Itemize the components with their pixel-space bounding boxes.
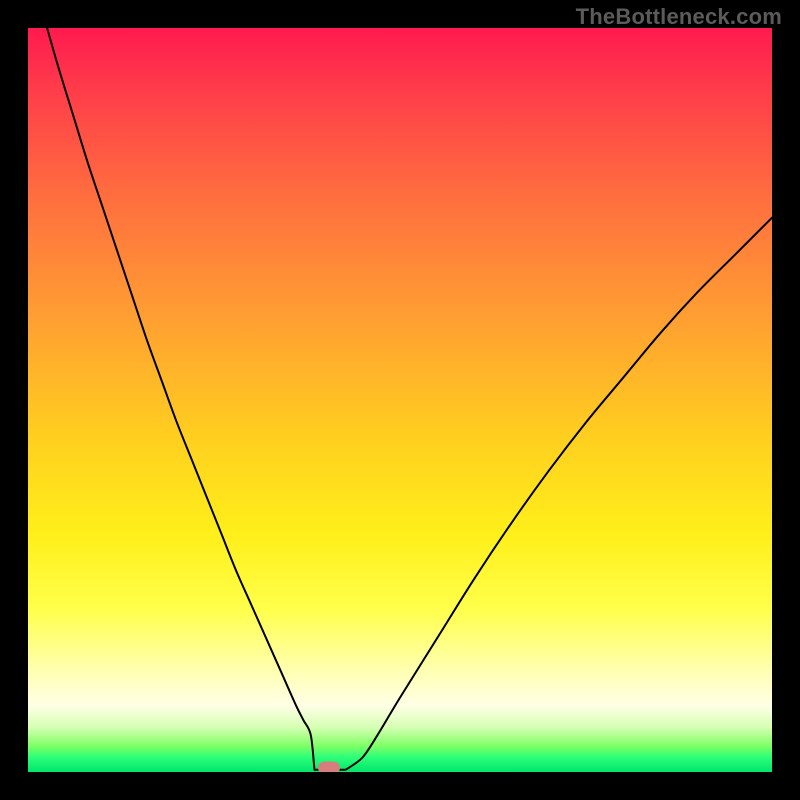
chart-frame: TheBottleneck.com bbox=[0, 0, 800, 800]
watermark-text: TheBottleneck.com bbox=[576, 4, 782, 30]
plot-area bbox=[28, 28, 772, 772]
optimum-marker bbox=[318, 762, 340, 772]
bottleneck-curve bbox=[28, 28, 772, 772]
